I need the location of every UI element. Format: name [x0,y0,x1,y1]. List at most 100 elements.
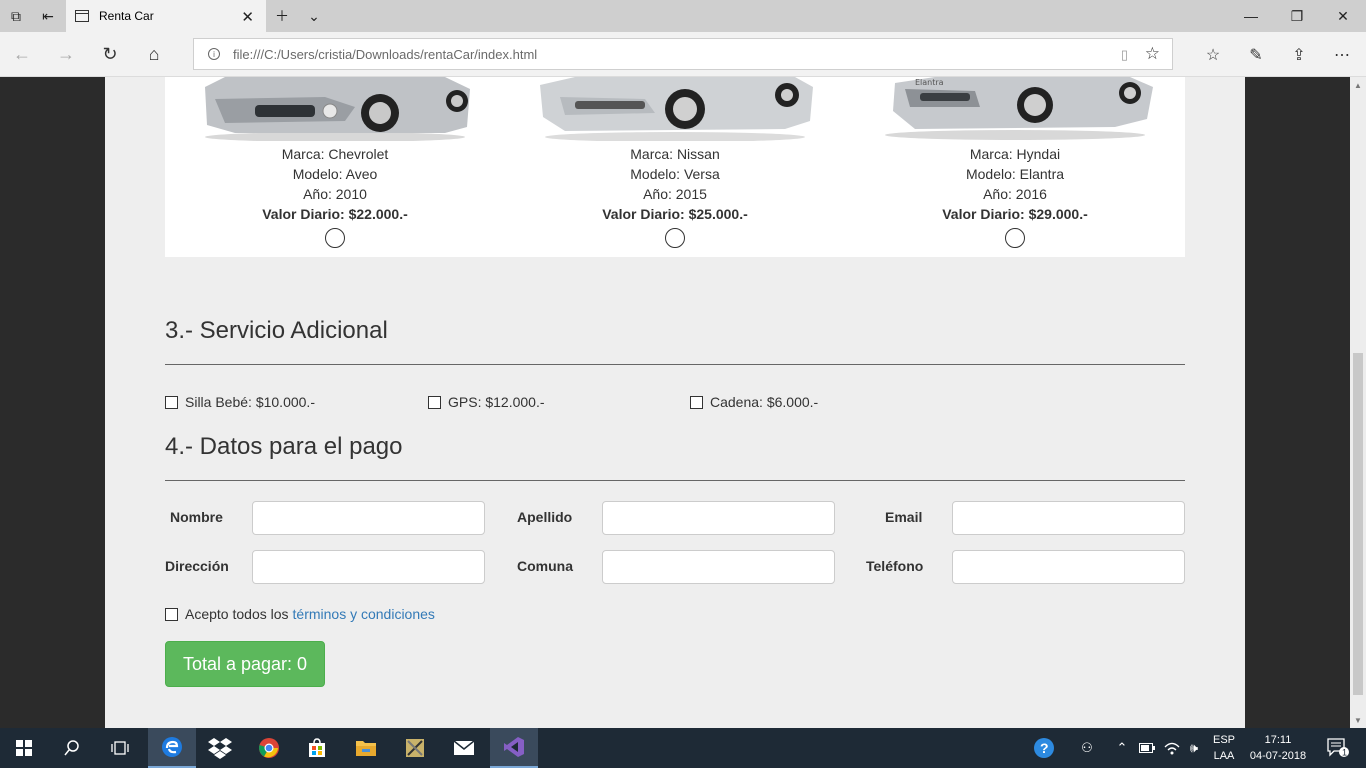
minimize-button[interactable]: — [1228,0,1274,32]
windows-start-icon[interactable] [0,728,48,768]
forward-arrow-icon[interactable]: → [46,39,86,69]
service-option-gps[interactable]: GPS: $12.000.- [428,394,545,410]
page-icon [75,10,89,22]
tab-title: Renta Car [99,9,154,23]
reading-view-icon[interactable]: ▯ [1121,47,1128,63]
section-heading-services: 3.- Servicio Adicional [165,317,388,344]
car-price: Valor Diario: $29.000.- [942,206,1088,222]
checkbox[interactable] [165,395,178,409]
lang-layout: LAA [1213,750,1235,762]
checkbox[interactable] [428,395,441,409]
comuna-input[interactable] [602,550,835,584]
chrome-icon[interactable] [245,728,293,768]
scroll-up-icon[interactable]: ▲ [1350,77,1366,93]
scrollbar-thumb[interactable] [1353,353,1363,695]
file-explorer-icon[interactable] [342,728,390,768]
task-view-icon[interactable] [96,728,144,768]
car-image-nissan [540,77,813,141]
input-language[interactable]: ESP LAA [1208,732,1240,764]
svg-text:?: ? [1040,740,1049,756]
service-option-chain[interactable]: Cadena: $6.000.- [690,394,818,410]
tab-preview-chevron-icon[interactable]: ⌄ [298,0,330,32]
total-button[interactable]: Total a pagar: 0 [165,641,325,687]
car-price: Valor Diario: $22.000.- [262,206,408,222]
nombre-input[interactable] [252,501,485,535]
wifi-icon[interactable] [1160,728,1184,768]
car-image-chevrolet [205,77,470,141]
label-comuna: Comuna [517,558,573,574]
store-icon[interactable] [293,728,341,768]
service-label: Silla Bebé: $10.000.- [185,394,315,410]
car-radio-nissan[interactable] [665,228,685,248]
volume-icon[interactable]: 🕪 [1184,728,1204,768]
show-hidden-icons-chevron-icon[interactable]: ⌃ [1110,728,1134,768]
telefono-input[interactable] [952,550,1185,584]
terms-text: Acepto todos los [185,606,289,622]
help-icon[interactable]: ? [1028,728,1060,768]
checkbox[interactable] [690,395,703,409]
car-info: Marca: Hyndai Modelo: Elantra Año: 2016 … [845,144,1185,224]
browser-toolbar: ← → ↻ ⌂ i file:///C:/Users/cristia/Downl… [0,32,1366,77]
visual-studio-icon[interactable] [490,728,538,768]
address-bar[interactable]: i file:///C:/Users/cristia/Downloads/ren… [193,38,1173,70]
pen-notes-icon[interactable]: ✎ [1240,41,1272,69]
home-icon[interactable]: ⌂ [134,39,174,69]
share-icon[interactable]: ⇪ [1283,41,1315,69]
scroll-down-icon[interactable]: ▼ [1350,712,1366,728]
more-icon[interactable]: ⋯ [1326,41,1358,69]
clock-date: 04-07-2018 [1249,750,1307,762]
set-aside-tabs-icon[interactable]: ⇤ [32,0,64,32]
tab-renta-car[interactable]: Renta Car ✕ [66,0,266,32]
back-arrow-icon[interactable]: ← [2,39,42,69]
car-radio-hyundai[interactable] [1005,228,1025,248]
email-input[interactable] [952,501,1185,535]
car-price: Valor Diario: $25.000.- [602,206,748,222]
divider [165,364,1185,365]
lang-code: ESP [1212,734,1235,746]
terms-row: Acepto todos los términos y condiciones [165,606,435,622]
car-model: Modelo: Elantra [965,166,1065,182]
page-scrollbar[interactable]: ▲ ▼ [1350,77,1366,728]
car-model: Modelo: Versa [630,166,720,182]
car-card-chevrolet: Marca: Chevrolet Modelo: Aveo Año: 2010 … [165,77,505,257]
mail-icon[interactable] [440,728,488,768]
info-icon[interactable]: i [208,48,220,60]
battery-icon[interactable] [1136,728,1158,768]
edge-browser-icon[interactable] [148,728,196,768]
favorites-icon[interactable]: ☆ [1197,41,1229,69]
terms-link[interactable]: términos y condiciones [293,606,435,622]
apellido-input[interactable] [602,501,835,535]
car-year: Año: 2016 [983,186,1047,202]
service-label: Cadena: $6.000.- [710,394,819,410]
close-tab-icon[interactable]: ✕ [241,8,254,26]
tools-icon[interactable] [391,728,439,768]
direccion-input[interactable] [252,550,485,584]
car-year: Año: 2010 [303,186,367,202]
url-text[interactable]: file:///C:/Users/cristia/Downloads/renta… [233,47,537,62]
car-info: Marca: Chevrolet Modelo: Aveo Año: 2010 … [165,144,505,224]
windows-taskbar: ? ⚇ ⌃ 🕪 ESP LAA 17:11 04-07-2018 1 [0,728,1366,768]
terms-checkbox[interactable] [165,607,178,621]
label-direccion: Dirección [165,558,229,574]
restore-button[interactable]: ❐ [1274,0,1320,32]
search-icon[interactable] [48,728,96,768]
divider [165,480,1185,481]
new-tab-icon[interactable]: ＋ [266,0,298,32]
car-brand: Marca: Nissan [630,146,720,162]
car-model: Modelo: Aveo [292,166,378,182]
dropbox-icon[interactable] [196,728,244,768]
action-center-icon[interactable]: 1 [1320,728,1356,768]
notification-count: 1 [1342,748,1347,758]
clock[interactable]: 17:11 04-07-2018 [1244,732,1312,764]
page-viewport: Marca: Chevrolet Modelo: Aveo Año: 2010 … [0,77,1366,728]
car-year: Año: 2015 [643,186,707,202]
close-window-button[interactable]: ✕ [1320,0,1366,32]
refresh-icon[interactable]: ↻ [90,39,130,69]
car-selection-panel: Marca: Chevrolet Modelo: Aveo Año: 2010 … [165,77,1185,257]
people-icon[interactable]: ⚇ [1072,728,1102,768]
service-option-baby-seat[interactable]: Silla Bebé: $10.000.- [165,394,315,410]
tab-manager-icon[interactable]: ⧉ [0,0,32,32]
car-radio-chevrolet[interactable] [325,228,345,248]
favorite-star-icon[interactable]: ☆ [1145,44,1160,64]
car-brand: Marca: Chevrolet [281,146,389,162]
